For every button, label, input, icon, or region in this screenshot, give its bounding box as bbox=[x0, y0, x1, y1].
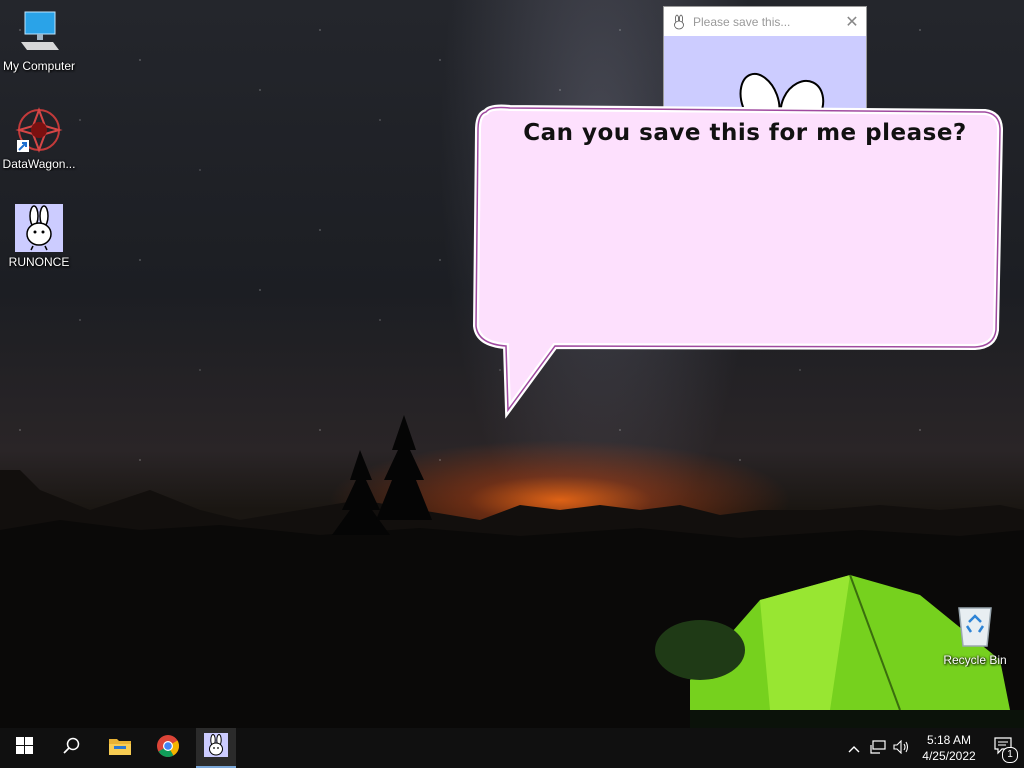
network-button[interactable] bbox=[866, 728, 890, 768]
close-icon: ✕ bbox=[845, 13, 859, 31]
mountain-silhouette bbox=[0, 415, 1024, 728]
desktop-icon-label: Recycle Bin bbox=[943, 653, 1007, 667]
desktop-icon-label: RUNONCE bbox=[8, 255, 70, 269]
system-tray: 5:18 AM 4/25/2022 1 bbox=[842, 728, 1024, 768]
notification-count-badge: 1 bbox=[1002, 747, 1018, 763]
chevron-up-icon bbox=[848, 741, 860, 756]
speech-bubble-shape bbox=[472, 104, 1004, 419]
bunny-app-icon bbox=[15, 204, 63, 252]
clock-time: 5:18 AM bbox=[926, 733, 972, 747]
recycle-bin-icon bbox=[951, 602, 999, 650]
runonce-taskbar-button[interactable] bbox=[196, 728, 236, 768]
desktop: My Computer DataWagon... RUNONCE Recycle… bbox=[0, 0, 1024, 728]
speech-bubble: Can you save this for me please? bbox=[470, 100, 1010, 420]
close-button[interactable]: ✕ bbox=[838, 7, 866, 36]
start-button[interactable] bbox=[0, 728, 48, 768]
window-titlebar[interactable]: Please save this... ✕ bbox=[664, 7, 866, 36]
desktop-icon-recycle-bin[interactable]: Recycle Bin bbox=[936, 602, 1014, 667]
show-hidden-icons-button[interactable] bbox=[842, 728, 866, 768]
network-icon bbox=[870, 739, 886, 757]
folder-icon bbox=[108, 736, 132, 761]
windows-start-icon bbox=[15, 737, 33, 759]
search-button[interactable] bbox=[48, 728, 96, 768]
clock-date: 4/25/2022 bbox=[922, 749, 976, 763]
computer-icon bbox=[15, 8, 63, 56]
desktop-icon-label: My Computer bbox=[2, 59, 76, 73]
datawagon-shortcut-icon bbox=[15, 106, 63, 154]
volume-button[interactable] bbox=[890, 728, 914, 768]
chrome-icon bbox=[156, 734, 180, 763]
desktop-icon-runonce[interactable]: RUNONCE bbox=[0, 204, 78, 269]
file-explorer-button[interactable] bbox=[96, 728, 144, 768]
bunny-app-icon bbox=[204, 732, 228, 762]
clock[interactable]: 5:18 AM 4/25/2022 bbox=[914, 732, 984, 764]
desktop-icon-datawagon[interactable]: DataWagon... bbox=[0, 106, 78, 171]
taskbar: 5:18 AM 4/25/2022 1 bbox=[0, 728, 1024, 768]
search-icon bbox=[63, 737, 81, 760]
action-center-button[interactable]: 1 bbox=[984, 728, 1024, 768]
window-title: Please save this... bbox=[693, 14, 791, 29]
volume-icon bbox=[893, 739, 911, 757]
chrome-button[interactable] bbox=[144, 728, 192, 768]
desktop-icon-label: DataWagon... bbox=[2, 157, 76, 171]
speech-bubble-text: Can you save this for me please? bbox=[523, 120, 967, 146]
desktop-icon-my-computer[interactable]: My Computer bbox=[0, 8, 78, 73]
bunny-app-icon bbox=[671, 14, 687, 30]
